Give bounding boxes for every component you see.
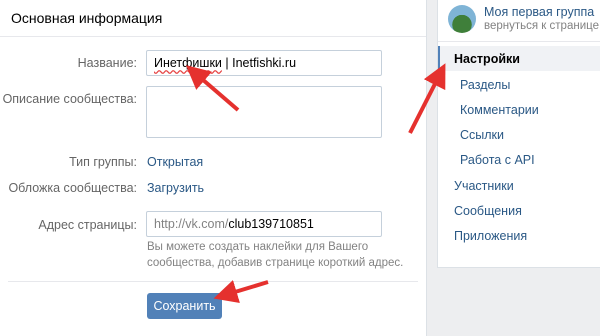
address-field[interactable]: http://vk.com/club139710851 — [146, 211, 382, 237]
divider — [8, 281, 418, 282]
group-avatar-icon — [448, 5, 476, 33]
nav-api[interactable]: Работа с API — [438, 147, 600, 172]
group-link[interactable]: Моя первая группа вернуться к странице — [438, 0, 600, 42]
nav-comments[interactable]: Комментарии — [438, 97, 600, 122]
group-back-link[interactable]: вернуться к странице — [484, 19, 599, 33]
name-label: Название: — [77, 56, 137, 70]
description-field[interactable] — [146, 86, 382, 138]
address-label: Адрес страницы: — [38, 218, 137, 232]
name-value-part2: | Inetfishki.ru — [221, 56, 297, 70]
address-prefix: http://vk.com/ — [154, 217, 229, 231]
sidebar: Моя первая группа вернуться к странице Н… — [437, 0, 600, 268]
nav-messages[interactable]: Сообщения — [438, 198, 600, 223]
save-button[interactable]: Сохранить — [147, 293, 222, 319]
address-value: club139710851 — [228, 217, 314, 231]
cover-label: Обложка сообщества: — [8, 181, 137, 195]
cover-upload-link[interactable]: Загрузить — [147, 181, 204, 195]
name-value-part1: Инетфишки — [154, 56, 222, 70]
type-link[interactable]: Открытая — [147, 155, 203, 169]
group-name: Моя первая группа — [484, 5, 595, 19]
nav-members[interactable]: Участники — [438, 173, 600, 198]
name-field[interactable]: Инетфишки | Inetfishki.ru — [146, 50, 382, 76]
panel-title: Основная информация — [0, 0, 426, 37]
description-label: Описание сообщества: — [2, 92, 137, 106]
settings-panel: Основная информация Название: Инетфишки … — [0, 0, 427, 336]
nav-apps[interactable]: Приложения — [438, 223, 600, 248]
address-hint: Вы можете создать наклейки для Вашего со… — [147, 241, 404, 269]
nav-settings[interactable]: Настройки — [438, 46, 600, 71]
nav-sections[interactable]: Разделы — [438, 72, 600, 97]
nav-links[interactable]: Ссылки — [438, 122, 600, 147]
type-label: Тип группы: — [69, 155, 137, 169]
